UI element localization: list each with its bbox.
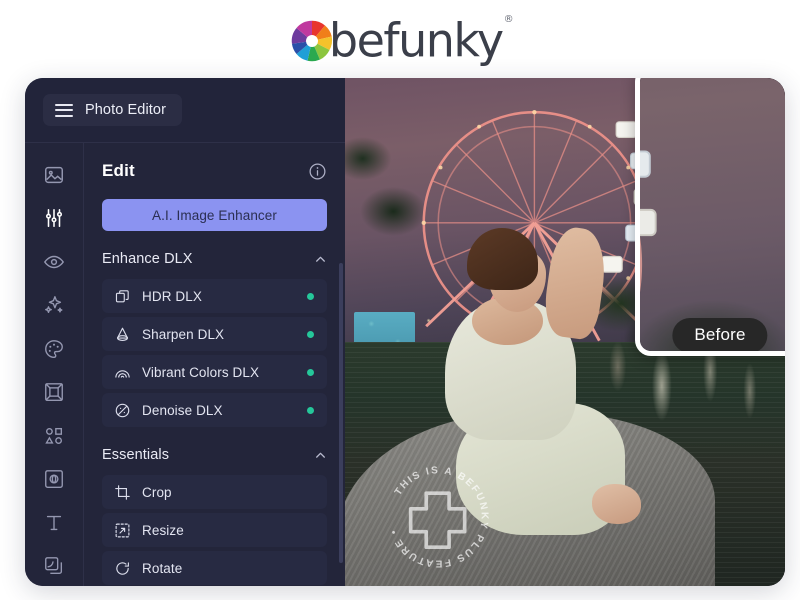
figure-foot: [592, 483, 642, 524]
hdr-icon: [115, 289, 129, 302]
photo-editor-label: Photo Editor: [85, 102, 166, 118]
edit-panel: Edit A.I. Image Enhancer Enhance DLX HDR…: [83, 142, 345, 586]
figure-hair: [466, 227, 538, 290]
rail-item-image[interactable]: [33, 155, 75, 195]
page-title: Edit: [102, 161, 135, 180]
tool-label: Vibrant Colors DLX: [142, 364, 260, 380]
sharpen-icon: [116, 327, 129, 341]
group-title-enhance-dlx: Enhance DLX: [102, 251, 193, 267]
rail-item-artsy[interactable]: [33, 329, 75, 369]
before-label[interactable]: Before: [672, 318, 768, 351]
app-window: Photo Editor Edit A.I. Image Enhancer En…: [25, 78, 785, 586]
brand-logo: befunky®: [0, 8, 800, 70]
palette-icon: [45, 339, 63, 358]
rail-item-graphics[interactable]: [33, 416, 75, 456]
info-circle-icon[interactable]: [308, 162, 327, 181]
frame-icon: [45, 383, 63, 402]
tool-list-essentials: Crop Resize Rotate: [102, 475, 327, 585]
denoise-icon: [115, 403, 130, 417]
group-title-essentials: Essentials: [102, 447, 170, 463]
status-badge: [307, 368, 314, 376]
layers-icon: [45, 557, 63, 575]
tool-item-rotate[interactable]: Rotate: [102, 551, 327, 585]
rail-item-edit[interactable]: [33, 199, 75, 239]
ai-image-enhancer-button[interactable]: A.I. Image Enhancer: [102, 199, 327, 231]
sparkles-icon: [45, 296, 63, 314]
photo-canvas[interactable]: THIS IS A BEFUNKY PLUS FEATURE • Before: [345, 78, 785, 586]
tool-label: Rotate: [142, 560, 183, 576]
tool-rail: [25, 142, 83, 586]
tool-label: Denoise DLX: [142, 402, 223, 418]
rail-item-frames[interactable]: [33, 373, 75, 413]
texture-icon: [45, 470, 63, 489]
eye-icon: [43, 255, 65, 268]
rail-item-touchup[interactable]: [33, 242, 75, 282]
rail-item-text[interactable]: [33, 503, 75, 543]
tool-item-crop[interactable]: Crop: [102, 475, 327, 509]
brand-name: befunky: [328, 12, 504, 67]
rail-item-layers[interactable]: [33, 547, 75, 587]
tool-item-sharpen-dlx[interactable]: Sharpen DLX: [102, 317, 327, 351]
hamburger-icon: [55, 103, 73, 117]
chevron-up-icon: [316, 256, 325, 262]
tool-list-enhance-dlx: HDR DLX Sharpen DLX Vibrant Colors DLX D…: [102, 279, 327, 427]
tool-label: Resize: [142, 522, 184, 538]
before-preview-panel[interactable]: Before: [635, 78, 785, 356]
status-badge: [307, 406, 314, 414]
shapes-icon: [45, 427, 63, 444]
tool-item-denoise-dlx[interactable]: Denoise DLX: [102, 393, 327, 427]
tool-item-vibrant-colors-dlx[interactable]: Vibrant Colors DLX: [102, 355, 327, 389]
chevron-up-icon: [316, 452, 325, 458]
vibrant-icon: [115, 369, 130, 378]
status-badge: [307, 330, 314, 338]
tool-label: Crop: [142, 484, 172, 500]
group-header-enhance-dlx[interactable]: Enhance DLX: [102, 239, 327, 279]
top-bar: Photo Editor: [25, 78, 345, 142]
tool-label: Sharpen DLX: [142, 326, 225, 342]
resize-icon: [115, 523, 130, 537]
photo-editor-menu-button[interactable]: Photo Editor: [43, 94, 182, 126]
before-photo: [640, 78, 785, 351]
rail-item-textures[interactable]: [33, 460, 75, 500]
sliders-icon: [45, 209, 63, 228]
tool-item-hdr-dlx[interactable]: HDR DLX: [102, 279, 327, 313]
rail-item-effects[interactable]: [33, 286, 75, 326]
registered-mark: ®: [503, 13, 514, 25]
edit-panel-header: Edit: [102, 143, 327, 199]
status-badge: [307, 292, 314, 300]
text-icon: [46, 515, 62, 530]
crop-icon: [115, 484, 130, 500]
rotate-icon: [116, 561, 129, 575]
group-header-essentials[interactable]: Essentials: [102, 435, 327, 475]
panel-scrollbar[interactable]: [339, 263, 343, 563]
tool-label: HDR DLX: [142, 288, 202, 304]
image-icon: [45, 166, 63, 183]
tool-item-resize[interactable]: Resize: [102, 513, 327, 547]
figure-arm: [541, 224, 611, 341]
